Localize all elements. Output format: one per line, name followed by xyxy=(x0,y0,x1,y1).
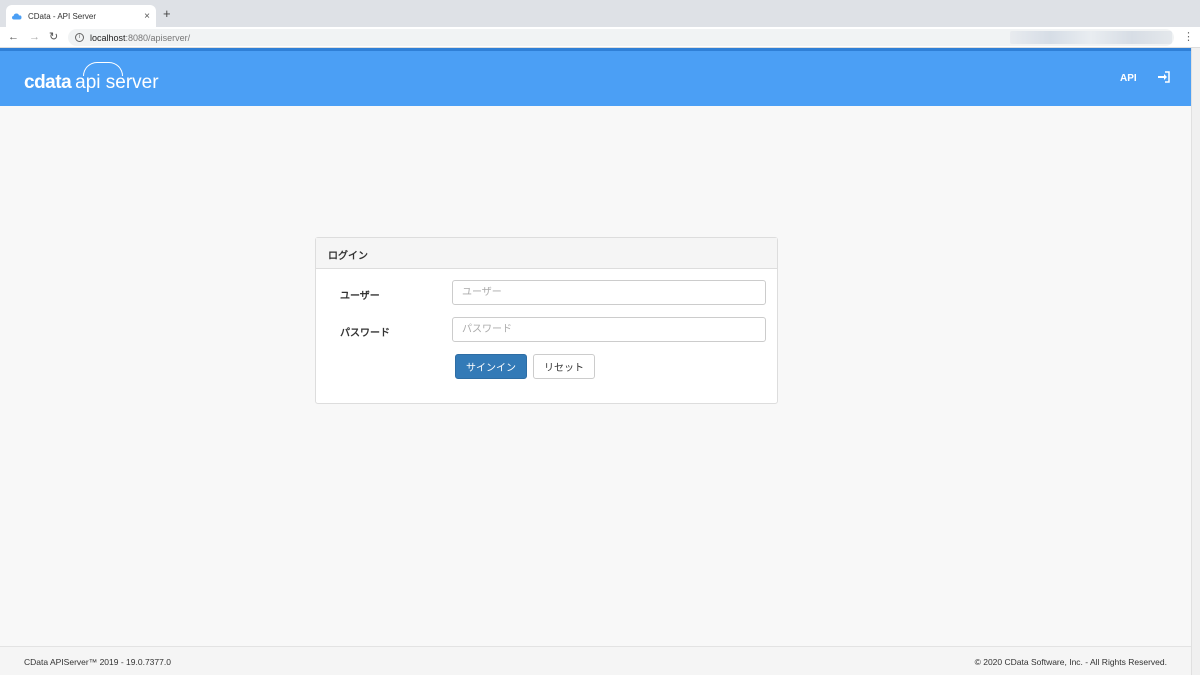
copyright-text: © 2020 CData Software, Inc. - All Rights… xyxy=(974,657,1167,667)
new-tab-button[interactable]: + xyxy=(163,7,171,21)
password-input[interactable] xyxy=(452,317,766,342)
app-header: cdata api server API xyxy=(0,48,1191,106)
reset-button[interactable]: リセット xyxy=(533,354,595,379)
url-path: :8080/apiserver/ xyxy=(125,32,191,43)
login-panel: ログイン ユーザー パスワード サインイン リセット xyxy=(315,237,778,404)
logo-product: api server xyxy=(75,62,159,94)
cloud-favicon-icon xyxy=(12,13,22,19)
sign-in-icon[interactable] xyxy=(1158,71,1170,83)
cloud-logo-icon xyxy=(83,62,124,76)
info-icon[interactable]: i xyxy=(75,33,84,42)
tab-title: CData - API Server xyxy=(28,11,97,21)
url-input[interactable]: i localhost:8080/apiserver/ xyxy=(68,29,1174,46)
reload-button[interactable]: ↻ xyxy=(49,30,58,44)
tab-close-icon[interactable]: × xyxy=(144,11,150,22)
browser-menu-icon[interactable]: ⋮ xyxy=(1183,30,1194,44)
page-scrollbar[interactable] xyxy=(1191,48,1200,675)
back-button[interactable]: ← xyxy=(8,30,19,44)
address-bar-row: ← → ↻ i localhost:8080/apiserver/ ⋮ xyxy=(0,27,1200,48)
user-input[interactable] xyxy=(452,280,766,305)
password-label: パスワード xyxy=(340,328,390,339)
browser-tab[interactable]: CData - API Server × xyxy=(6,5,156,27)
browser-tab-strip: CData - API Server × + xyxy=(0,0,1200,27)
cdata-logo[interactable]: cdata api server xyxy=(24,62,159,94)
url-host: localhost xyxy=(90,32,126,43)
version-text: CData APIServer™ 2019 - 19.0.7377.0 xyxy=(24,657,171,667)
login-panel-title: ログイン xyxy=(316,238,777,269)
blurred-extensions xyxy=(1010,31,1172,44)
signin-button[interactable]: サインイン xyxy=(455,354,527,379)
user-label: ユーザー xyxy=(340,291,380,302)
logo-brand: cdata xyxy=(24,72,72,93)
nav-api-link[interactable]: API xyxy=(1120,73,1137,84)
page-footer: CData APIServer™ 2019 - 19.0.7377.0 © 20… xyxy=(0,646,1191,675)
forward-button[interactable]: → xyxy=(29,30,40,44)
